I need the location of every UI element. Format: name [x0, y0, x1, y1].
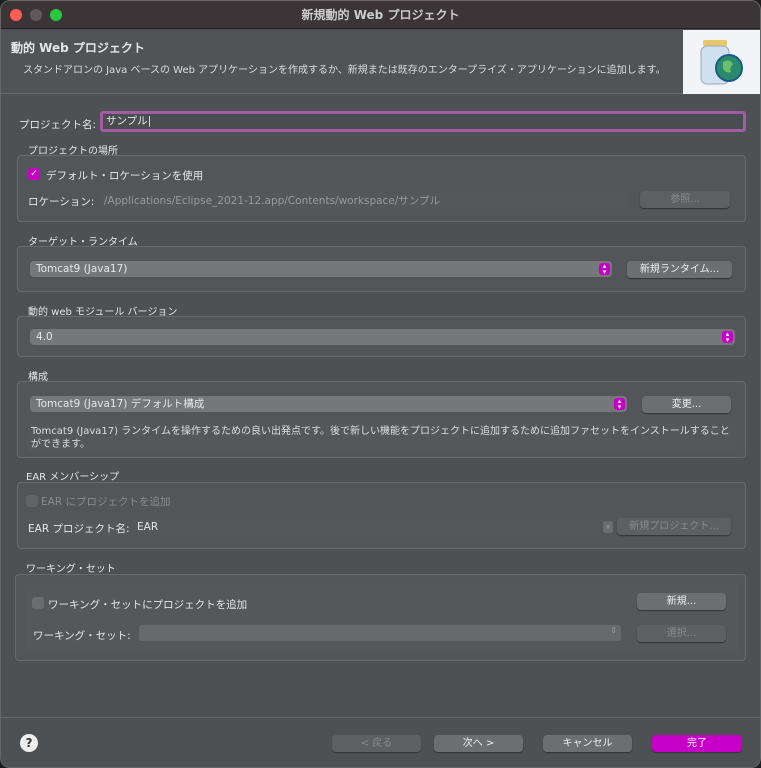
- chevron-down-icon: ▾: [603, 521, 613, 533]
- close-window-button[interactable]: [10, 9, 22, 21]
- location-input[interactable]: /Applications/Eclipse_2021-12.app/Conten…: [100, 193, 628, 209]
- add-to-working-set-label: ワーキング・セットにプロジェクトを追加: [48, 599, 248, 611]
- working-set-panel: ワーキング・セットにプロジェクトを追加 新規... ワーキング・セット: ⇕ 選…: [25, 585, 738, 652]
- ear-group: EAR にプロジェクトを追加 EAR プロジェクト名: EAR ▾ 新規プロジェク…: [17, 482, 746, 549]
- working-set-group-label: ワーキング・セット: [26, 564, 116, 575]
- wizard-header: 動的 Web プロジェクト スタンドアロンの Java ベースの Web アプリ…: [1, 30, 760, 94]
- dialog-window: 新規動的 Web プロジェクト 動的 Web プロジェクト スタンドアロンの J…: [0, 0, 761, 768]
- select-arrows-icon: ▴ ▾: [614, 398, 625, 411]
- select-arrows-icon: ⇕: [610, 626, 617, 635]
- working-set-select[interactable]: ⇕: [139, 625, 621, 641]
- new-ear-project-button[interactable]: 新規プロジェクト...: [617, 518, 731, 535]
- footer-divider: [1, 717, 760, 718]
- back-button[interactable]: < 戻る: [332, 735, 421, 752]
- zoom-window-button[interactable]: [50, 9, 62, 21]
- help-icon[interactable]: ?: [20, 734, 38, 752]
- module-group: 4.0 ▴ ▾: [17, 316, 746, 357]
- minimize-window-button[interactable]: [30, 9, 42, 21]
- configuration-select[interactable]: Tomcat9 (Java17) デフォルト構成 ▴ ▾: [30, 396, 627, 412]
- runtime-select[interactable]: Tomcat9 (Java17) ▴ ▾: [30, 261, 612, 277]
- browse-button[interactable]: 参照...: [640, 191, 730, 208]
- project-name-label: プロジェクト名:: [19, 119, 97, 131]
- configuration-description: Tomcat9 (Java17) ランタイムを操作するための良い出発点です。後で…: [28, 424, 736, 451]
- location-group: ✓ デフォルト・ロケーションを使用 ロケーション: /Applications/…: [17, 155, 746, 222]
- title-bar: 新規動的 Web プロジェクト: [1, 1, 760, 29]
- use-default-location-checkbox[interactable]: ✓: [28, 168, 40, 180]
- location-label: ロケーション:: [28, 196, 95, 208]
- wizard-title: 動的 Web プロジェクト: [11, 41, 145, 55]
- new-working-set-button[interactable]: 新規...: [637, 593, 726, 610]
- working-set-group: ワーキング・セットにプロジェクトを追加 新規... ワーキング・セット: ⇕ 選…: [15, 574, 746, 661]
- use-default-location-label: デフォルト・ロケーションを使用: [46, 170, 204, 182]
- add-to-working-set-checkbox[interactable]: [32, 597, 44, 609]
- ear-project-name-label: EAR プロジェクト名:: [26, 520, 132, 537]
- project-name-input[interactable]: サンプル|: [100, 111, 746, 132]
- web-project-banner-icon: [683, 30, 760, 94]
- modify-button[interactable]: 変更...: [642, 396, 731, 413]
- cancel-button[interactable]: キャンセル: [543, 735, 632, 752]
- ear-project-name-combo[interactable]: EAR ▾: [133, 519, 613, 535]
- select-arrows-icon: ▴ ▾: [599, 263, 610, 276]
- add-to-ear-label: EAR にプロジェクトを追加: [41, 496, 171, 508]
- finish-button[interactable]: 完了: [652, 735, 742, 752]
- working-set-label: ワーキング・セット:: [33, 630, 131, 642]
- add-to-ear-checkbox[interactable]: [26, 495, 38, 507]
- module-version-select[interactable]: 4.0 ▴ ▾: [30, 329, 735, 345]
- ear-group-label: EAR メンバーシップ: [26, 472, 120, 483]
- wizard-description: スタンドアロンの Java ベースの Web アプリケーションを作成するか、新規…: [23, 65, 666, 76]
- config-group: Tomcat9 (Java17) デフォルト構成 ▴ ▾ 変更... Tomcat9…: [17, 381, 746, 458]
- next-button[interactable]: 次へ >: [434, 735, 523, 752]
- select-working-set-button[interactable]: 選択...: [637, 625, 726, 642]
- select-arrows-icon: ▴ ▾: [722, 331, 733, 344]
- new-runtime-button[interactable]: 新規ランタイム...: [627, 261, 732, 278]
- window-title: 新規動的 Web プロジェクト: [301, 8, 460, 22]
- runtime-group: Tomcat9 (Java17) ▴ ▾ 新規ランタイム...: [17, 246, 746, 292]
